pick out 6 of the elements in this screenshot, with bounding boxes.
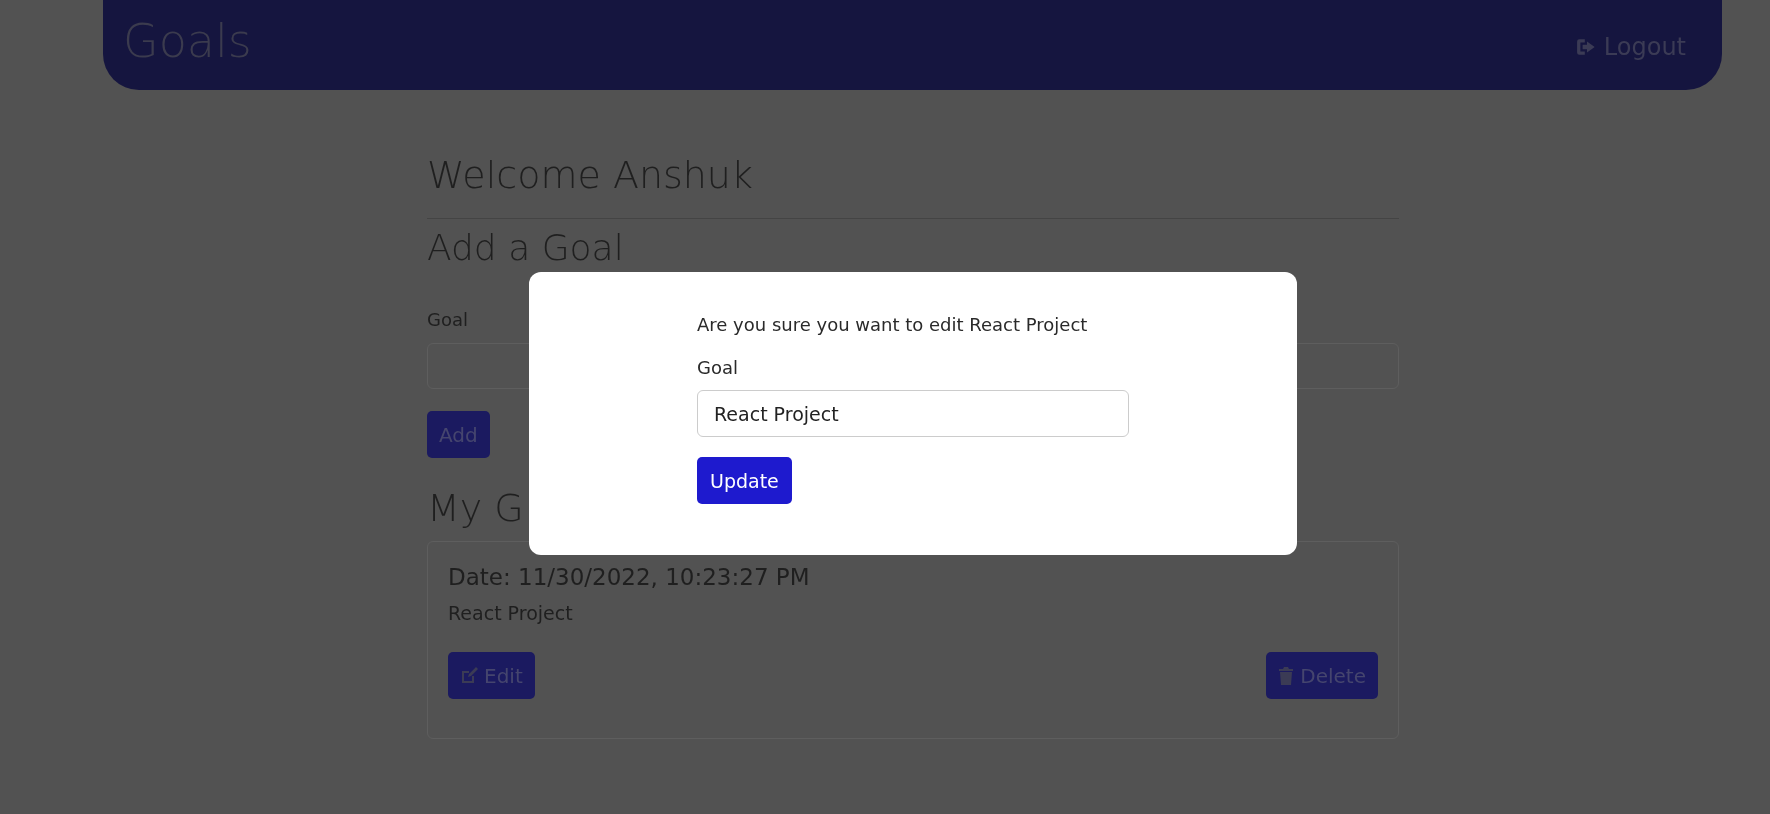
update-button[interactable]: Update [697,457,792,504]
goal-input-field[interactable]: React Project [697,390,1129,437]
trash-icon [1278,666,1295,685]
goal-label: Goal [697,357,738,378]
dialog-message: Are you sure you want to edit React Project [697,314,1088,335]
edit-icon [460,666,478,685]
